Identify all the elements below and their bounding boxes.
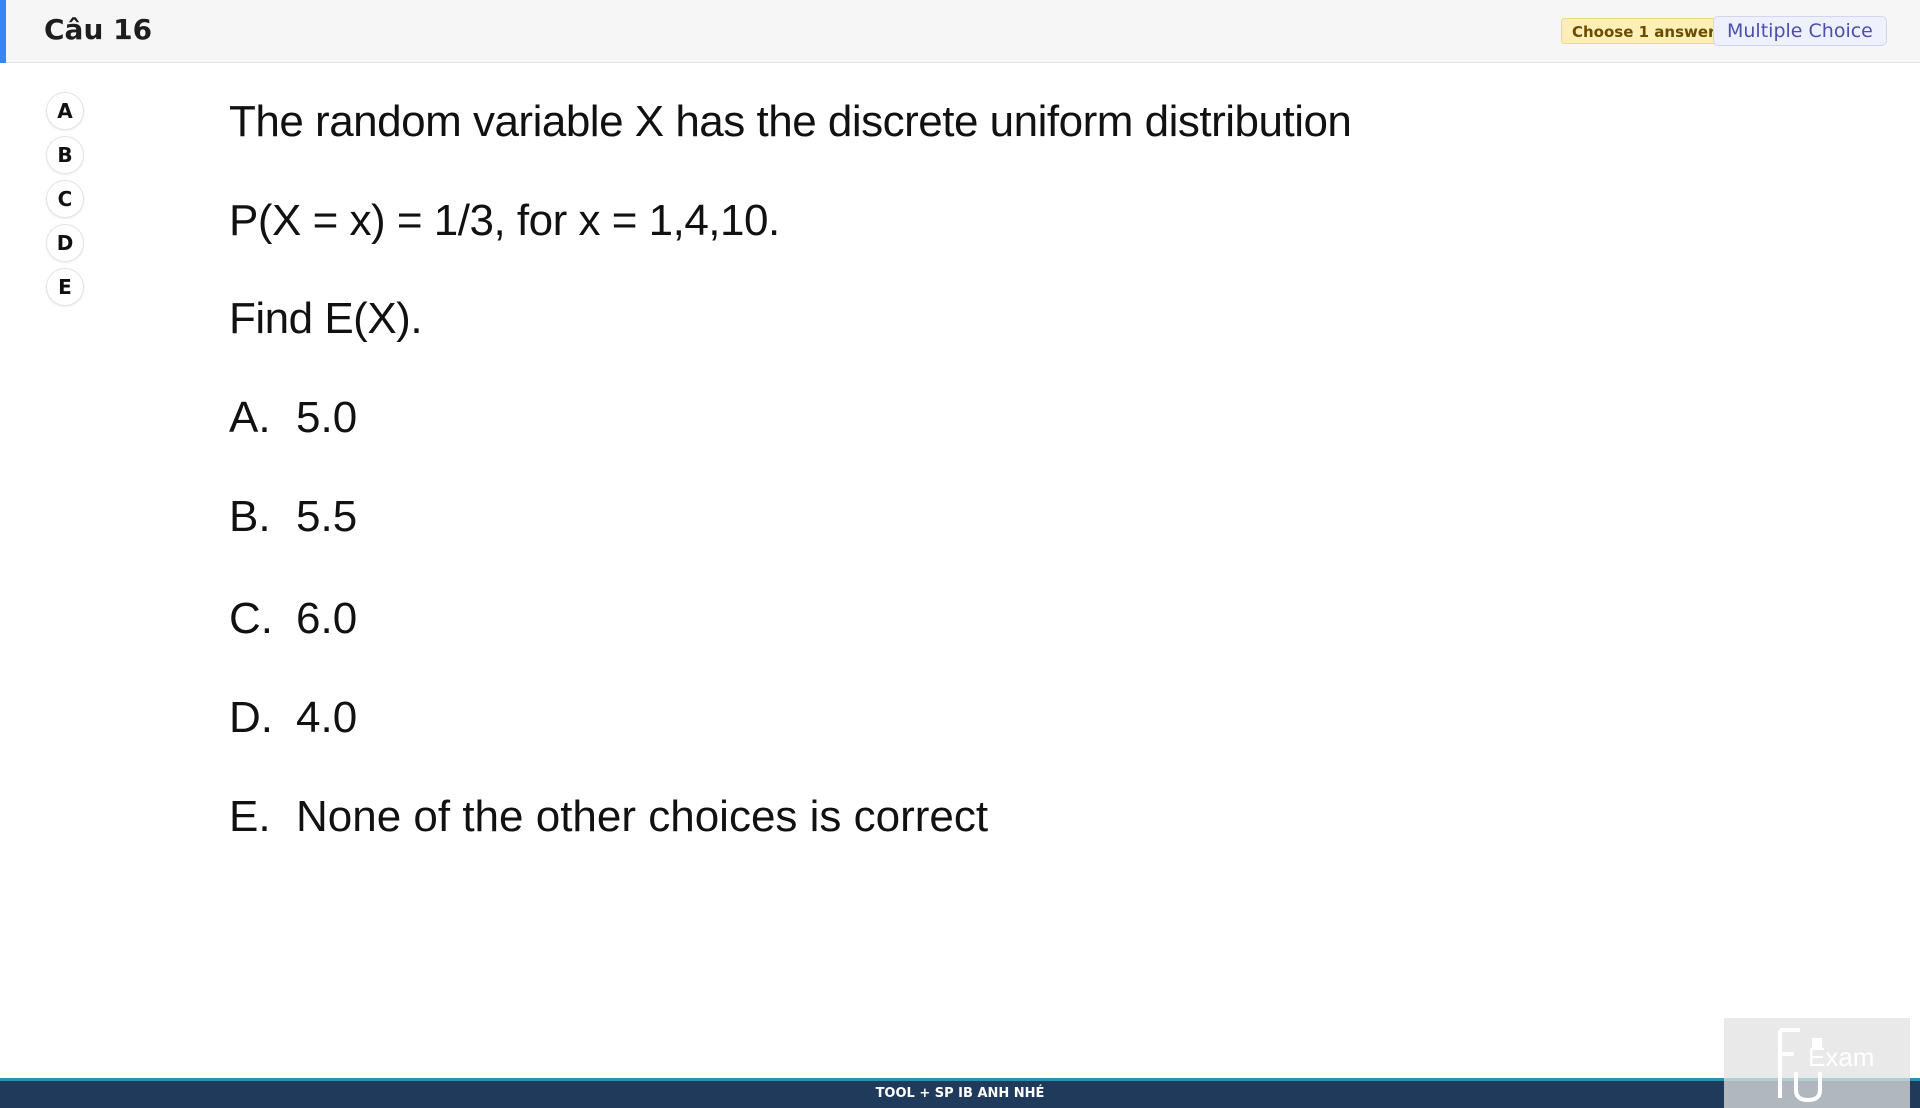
choice-letter: E.: [229, 792, 271, 841]
fu-exam-logo: Exam: [1724, 1018, 1910, 1108]
footer-bar: TOOL + SP IB ANH NHÉ: [0, 1078, 1920, 1108]
svg-text:Exam: Exam: [1808, 1042, 1874, 1072]
choice-letter: D.: [229, 693, 273, 742]
header-accent-bar: [0, 0, 6, 63]
choice-d: D. 4.0: [229, 688, 357, 748]
choice-text: None of the other choices is correct: [296, 792, 989, 841]
answer-options: A B C D E: [46, 92, 86, 312]
question-type-badge: Multiple Choice: [1713, 16, 1887, 46]
question-header: Câu 16 Choose 1 answer Multiple Choice: [0, 0, 1920, 63]
question-line-3: Find E(X).: [229, 294, 423, 343]
fu-exam-logo-icon: Exam: [1778, 1028, 1874, 1103]
option-e-button[interactable]: E: [46, 268, 84, 306]
question-title: Câu 16: [44, 13, 153, 46]
option-d-button[interactable]: D: [46, 224, 84, 262]
choice-text: 6.0: [296, 594, 358, 643]
choice-letter: A.: [229, 393, 271, 442]
option-c-button[interactable]: C: [46, 180, 84, 218]
choice-a: A. 5.0: [229, 388, 357, 448]
choice-text: 4.0: [296, 693, 358, 742]
choice-text: 5.0: [296, 393, 358, 442]
choice-b: B. 5.5: [229, 487, 357, 547]
choice-letter: C.: [229, 594, 273, 643]
option-a-button[interactable]: A: [46, 92, 84, 130]
option-b-button[interactable]: B: [46, 136, 84, 174]
choice-letter: B.: [229, 492, 271, 541]
choice-e: E. None of the other choices is correct: [229, 787, 988, 847]
footer-text: TOOL + SP IB ANH NHÉ: [875, 1086, 1045, 1101]
choice-c: C. 6.0: [229, 589, 357, 649]
choice-text: 5.5: [296, 492, 358, 541]
exam-page: Câu 16 Choose 1 answer Multiple Choice A…: [0, 0, 1920, 1108]
choose-count-badge: Choose 1 answer: [1561, 18, 1727, 44]
question-line-1: The random variable X has the discrete u…: [229, 97, 1352, 146]
question-line-2: P(X = x) = 1/3, for x = 1,4,10.: [229, 196, 780, 245]
